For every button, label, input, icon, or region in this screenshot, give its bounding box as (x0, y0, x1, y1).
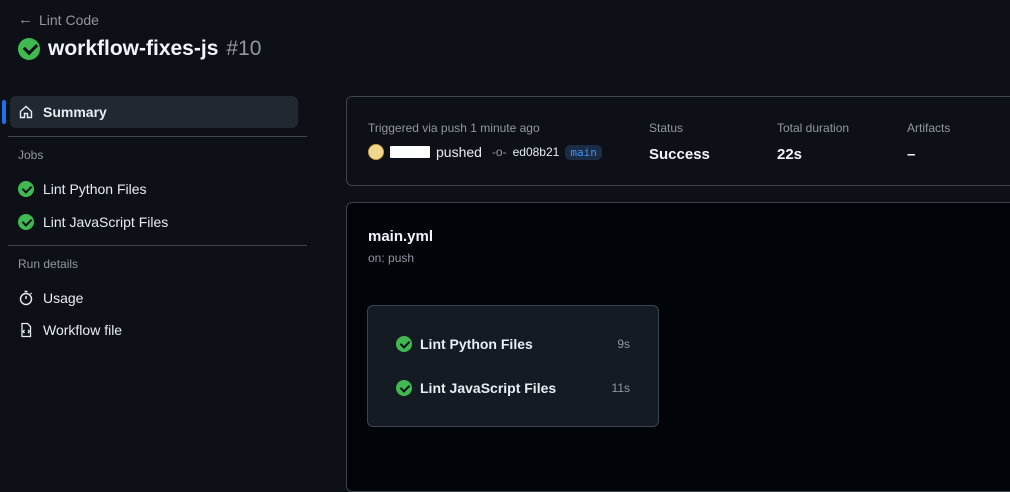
jobs-group: Lint Python Files 9s Lint JavaScript Fil… (367, 305, 659, 427)
back-link-label: Lint Code (39, 11, 99, 28)
sidebar-item-workflow-file[interactable]: Workflow file (10, 314, 298, 346)
stopwatch-icon (18, 290, 34, 306)
sidebar-item-usage[interactable]: Usage (10, 282, 298, 314)
duration-info: Total duration 22s (777, 121, 849, 163)
page-title-row: workflow-fixes-js #10 (18, 37, 261, 61)
status-value: Success (649, 146, 710, 163)
divider (8, 245, 307, 246)
workflow-graph-card: main.yml on: push Lint Python Files 9s L… (346, 202, 1010, 492)
success-check-icon (396, 380, 412, 396)
success-check-icon (396, 336, 412, 352)
workflow-name: main.yml (368, 228, 434, 245)
sidebar-item-label: Lint Python Files (43, 181, 147, 197)
divider (8, 136, 307, 137)
artifacts-info: Artifacts – (907, 121, 950, 163)
success-check-icon (18, 214, 34, 230)
jobs-heading: Jobs (18, 148, 44, 162)
sidebar-item-label: Lint JavaScript Files (43, 214, 169, 230)
pushed-text: pushed (436, 144, 482, 160)
duration-value: 22s (777, 146, 803, 163)
sidebar-item-label: Summary (43, 104, 107, 120)
arrow-left-icon: ← (18, 11, 33, 28)
job-node-lint-javascript[interactable]: Lint JavaScript Files 11s (396, 380, 630, 396)
artifacts-label: Artifacts (907, 121, 951, 135)
duration-label: Total duration (777, 121, 850, 135)
job-duration: 9s (617, 337, 630, 351)
home-icon (18, 104, 34, 120)
status-label: Status (649, 121, 684, 135)
push-info: pushed -o- ed08b21 main (368, 144, 602, 160)
trigger-text: Triggered via push 1 minute ago (368, 121, 540, 135)
job-name: Lint Python Files (420, 336, 533, 352)
branch-badge[interactable]: main (565, 144, 602, 160)
active-indicator (2, 100, 6, 124)
sidebar-item-label: Usage (43, 290, 84, 306)
artifacts-value: – (907, 146, 916, 163)
status-info: Status Success (649, 121, 710, 163)
run-details-heading: Run details (18, 257, 79, 271)
run-summary-card: Triggered via push 1 minute ago pushed -… (346, 96, 1010, 186)
job-name: Lint JavaScript Files (420, 380, 557, 396)
job-duration: 11s (611, 381, 630, 395)
success-check-icon (18, 38, 40, 60)
redacted-username (390, 146, 430, 158)
run-number: #10 (226, 37, 262, 60)
trigger-info: Triggered via push 1 minute ago pushed -… (368, 121, 602, 160)
workflow-trigger: on: push (368, 251, 415, 265)
sidebar-item-job-lint-python[interactable]: Lint Python Files (10, 173, 298, 205)
git-commit-icon: -o- (491, 145, 507, 159)
back-link[interactable]: ← Lint Code (18, 11, 99, 28)
sidebar-item-label: Workflow file (43, 322, 123, 338)
job-node-lint-python[interactable]: Lint Python Files 9s (396, 336, 630, 352)
avatar[interactable] (368, 144, 384, 160)
commit-sha-link[interactable]: ed08b21 (513, 145, 560, 159)
page-title: workflow-fixes-js (48, 37, 219, 60)
sidebar: Summary Jobs Lint Python Files Lint Java… (0, 96, 307, 346)
sidebar-item-job-lint-javascript[interactable]: Lint JavaScript Files (10, 206, 298, 238)
success-check-icon (18, 181, 34, 197)
file-code-icon (18, 322, 34, 338)
sidebar-item-summary[interactable]: Summary (10, 96, 298, 128)
